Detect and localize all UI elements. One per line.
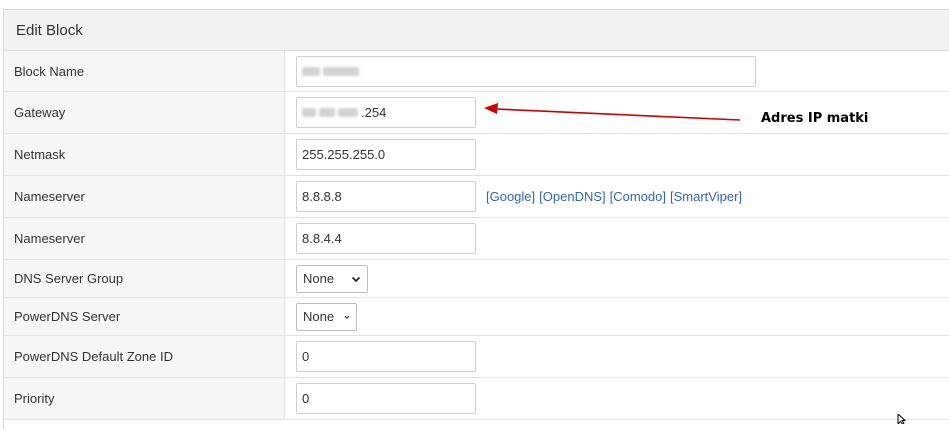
row-nameserver-1: Nameserver 8.8.8.8 [Google] [OpenDNS] [Com…: [4, 176, 949, 218]
gateway-label: Gateway: [4, 92, 285, 133]
row-block-name: Block Name: [4, 51, 949, 92]
chevron-down-icon: [351, 276, 361, 282]
block-name-input[interactable]: [296, 55, 756, 87]
nameserver-label: Nameserver: [4, 218, 285, 259]
powerdns-zone-id-input[interactable]: 0: [296, 341, 476, 372]
dns-server-group-value: None: [303, 271, 335, 286]
preset-smartviper-link[interactable]: [SmartViper]: [670, 189, 742, 204]
gateway-input[interactable]: .254: [296, 97, 476, 128]
row-dns-server-group: DNS Server Group None: [4, 260, 949, 298]
nameserver-preset-links: [Google] [OpenDNS] [Comodo] [SmartViper]: [486, 189, 746, 204]
nameserver-2-input[interactable]: 8.8.4.4: [296, 223, 476, 254]
redacted-text: [302, 108, 316, 117]
netmask-input[interactable]: 255.255.255.0: [296, 139, 476, 170]
redacted-text: [302, 66, 320, 76]
powerdns-server-select[interactable]: None: [296, 302, 357, 331]
row-netmask: Netmask 255.255.255.0: [4, 134, 949, 176]
block-name-label: Block Name: [4, 51, 285, 91]
powerdns-zone-id-label: PowerDNS Default Zone ID: [4, 336, 285, 377]
nameserver-1-input[interactable]: 8.8.8.8: [296, 181, 476, 212]
edit-block-panel: Edit Block Block Name Gateway .254 Netma…: [3, 9, 949, 429]
redacted-text: [319, 108, 335, 117]
powerdns-server-label: PowerDNS Server: [4, 298, 285, 335]
preset-opendns-link[interactable]: [OpenDNS]: [539, 189, 605, 204]
dns-server-group-select[interactable]: None: [296, 264, 368, 293]
dns-server-group-label: DNS Server Group: [4, 260, 285, 297]
redacted-text: [338, 108, 358, 117]
gateway-value-suffix: .254: [361, 105, 387, 120]
priority-label: Priority: [4, 378, 285, 419]
row-priority: Priority 0: [4, 378, 949, 420]
preset-google-link[interactable]: [Google]: [486, 189, 535, 204]
chevron-down-icon: [344, 315, 350, 319]
row-powerdns-zone-id: PowerDNS Default Zone ID 0: [4, 336, 949, 378]
row-powerdns-server: PowerDNS Server None: [4, 298, 949, 336]
preset-comodo-link[interactable]: [Comodo]: [610, 189, 666, 204]
priority-input[interactable]: 0: [296, 383, 476, 414]
powerdns-server-value: None: [303, 309, 335, 324]
row-nameserver-2: Nameserver 8.8.4.4: [4, 218, 949, 260]
panel-title: Edit Block: [4, 10, 949, 51]
redacted-text: [323, 66, 359, 76]
annotation-label: Adres IP matki: [761, 111, 869, 126]
nameserver-label: Nameserver: [4, 176, 285, 217]
netmask-label: Netmask: [4, 134, 285, 175]
